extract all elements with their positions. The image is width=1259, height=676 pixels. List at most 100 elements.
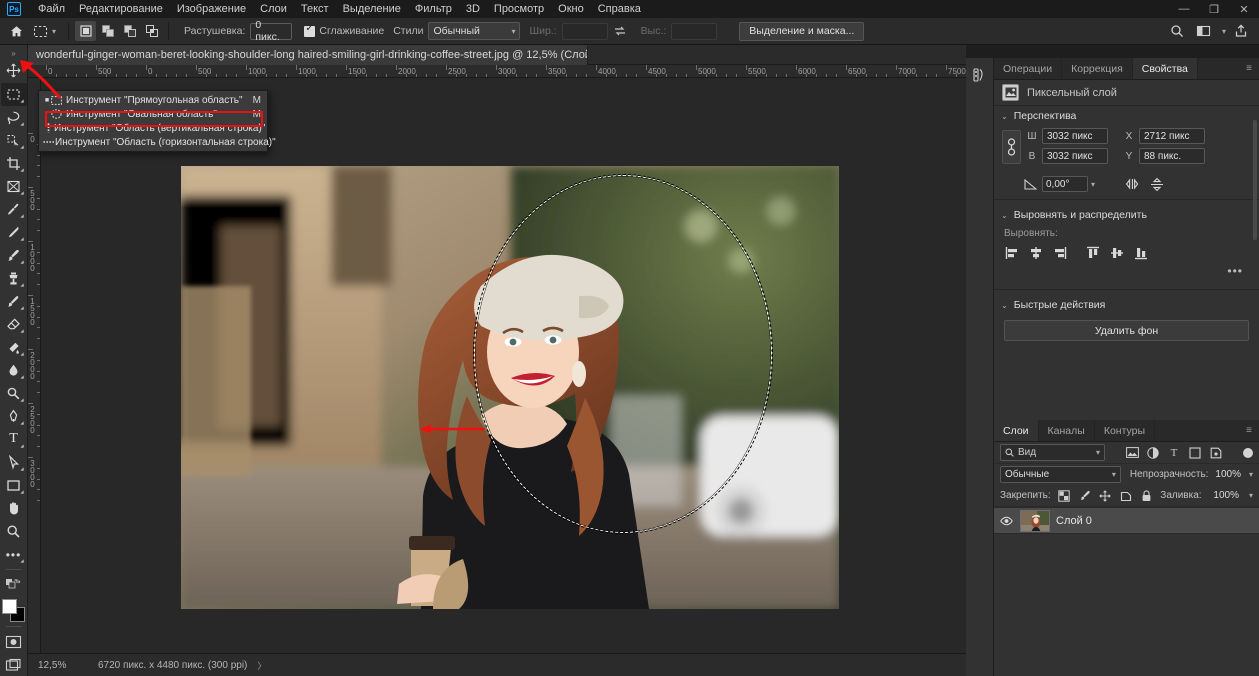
align-section-header[interactable]: ⌄ Выровнять и распределить <box>994 205 1259 225</box>
menu-edit[interactable]: Редактирование <box>72 1 170 17</box>
tab-operations[interactable]: Операции <box>994 58 1062 79</box>
link-width-height-icon[interactable] <box>1002 130 1021 164</box>
align-right-icon[interactable] <box>1052 245 1067 260</box>
flip-horizontal-icon[interactable] <box>1126 178 1141 190</box>
menu-image[interactable]: Изображение <box>170 1 253 17</box>
color-swatches[interactable] <box>1 598 27 623</box>
select-and-mask-button[interactable]: Выделение и маска... <box>739 22 864 41</box>
menu-layers[interactable]: Слои <box>253 1 294 17</box>
swap-width-height-icon[interactable] <box>608 20 632 42</box>
menu-file[interactable]: Файл <box>31 1 72 17</box>
pixel-filter-icon[interactable] <box>1124 445 1140 461</box>
flyout-item-rectangular-marquee[interactable]: ■ Инструмент "Прямоугольная область" M <box>39 93 267 107</box>
angle-input[interactable]: 0,00° <box>1042 176 1088 192</box>
properties-scrollbar[interactable] <box>1253 120 1257 240</box>
history-brush-tool[interactable] <box>1 290 27 313</box>
brush-tool[interactable] <box>1 244 27 267</box>
tool-preset-picker[interactable]: ▾ <box>32 20 56 42</box>
filter-toggle-icon[interactable] <box>1243 448 1253 458</box>
lock-artboard-icon[interactable] <box>1119 488 1133 504</box>
fill-value[interactable]: 100% <box>1209 488 1239 503</box>
document-tab[interactable]: wonderful-ginger-woman-beret-looking-sho… <box>28 45 588 65</box>
layer-filter-search[interactable]: Вид ▾ <box>1000 444 1105 461</box>
clone-stamp-tool[interactable] <box>1 267 27 290</box>
search-icon[interactable] <box>1165 20 1189 42</box>
quick-selection-tool[interactable] <box>1 129 27 152</box>
antialias-checkbox[interactable]: Сглаживание <box>304 25 384 37</box>
canvas-background[interactable] <box>41 78 966 653</box>
type-tool[interactable]: T <box>1 428 27 451</box>
close-button[interactable]: ✕ <box>1229 0 1259 18</box>
eyedropper-tool[interactable] <box>1 198 27 221</box>
transform-section-header[interactable]: ⌄ Перспектива <box>994 106 1259 126</box>
tab-properties[interactable]: Свойства <box>1133 58 1198 79</box>
layer-list-item[interactable]: Слой 0 <box>994 507 1259 534</box>
frame-tool[interactable] <box>1 175 27 198</box>
chevron-down-icon[interactable]: ▾ <box>1249 470 1253 479</box>
align-center-horizontal-icon[interactable] <box>1028 245 1043 260</box>
smart-object-filter-icon[interactable] <box>1208 445 1224 461</box>
panel-menu-icon[interactable]: ≡ <box>1239 420 1259 441</box>
opacity-value[interactable]: 100% <box>1213 467 1241 482</box>
path-selection-tool[interactable] <box>1 451 27 474</box>
lasso-tool[interactable] <box>1 106 27 129</box>
foreground-color-swatch[interactable] <box>2 599 17 614</box>
share-icon[interactable] <box>1229 20 1253 42</box>
align-more-button[interactable]: ••• <box>994 262 1259 284</box>
minimize-button[interactable]: — <box>1169 0 1199 18</box>
tab-paths[interactable]: Контуры <box>1095 420 1155 441</box>
blend-mode-select[interactable]: Обычные ▾ <box>1000 466 1121 483</box>
y-input[interactable]: 88 пикс. <box>1139 148 1205 164</box>
chevron-down-icon[interactable]: ▾ <box>1091 180 1095 189</box>
eraser-tool[interactable] <box>1 313 27 336</box>
libraries-icon[interactable] <box>969 64 991 86</box>
edit-toolbar-button[interactable]: ••• <box>1 543 27 566</box>
dodge-tool[interactable] <box>1 382 27 405</box>
blur-tool[interactable] <box>1 359 27 382</box>
new-selection-button[interactable] <box>75 21 96 41</box>
tab-adjustments[interactable]: Коррекция <box>1062 58 1133 79</box>
menu-view[interactable]: Просмотр <box>487 1 551 17</box>
feather-input[interactable]: 0 пикс. <box>250 23 292 40</box>
gradient-tool[interactable] <box>1 336 27 359</box>
workspace-icon[interactable] <box>1192 20 1216 42</box>
x-input[interactable]: 2712 пикс <box>1139 128 1205 144</box>
height-input[interactable]: 3032 пикс <box>1042 148 1108 164</box>
flyout-item-elliptical-marquee[interactable]: Инструмент "Овальная область" M <box>39 107 267 121</box>
lock-transparent-pixels-icon[interactable] <box>1058 488 1072 504</box>
align-middle-vertical-icon[interactable] <box>1109 245 1124 260</box>
crop-tool[interactable] <box>1 152 27 175</box>
menu-help[interactable]: Справка <box>591 1 648 17</box>
eye-icon[interactable] <box>1000 516 1014 526</box>
add-to-selection-button[interactable] <box>97 21 118 41</box>
panel-menu-icon[interactable]: ≡ <box>1239 58 1259 79</box>
lock-all-icon[interactable] <box>1140 488 1154 504</box>
healing-brush-tool[interactable] <box>1 221 27 244</box>
quick-mask-icon[interactable] <box>1 630 27 653</box>
home-icon[interactable] <box>4 20 28 42</box>
adjustment-filter-icon[interactable] <box>1145 445 1161 461</box>
menu-filter[interactable]: Фильтр <box>408 1 459 17</box>
align-left-icon[interactable] <box>1004 245 1019 260</box>
width-input[interactable]: 3032 пикс <box>1042 128 1108 144</box>
remove-background-button[interactable]: Удалить фон <box>1004 320 1249 341</box>
type-filter-icon[interactable]: T <box>1166 445 1182 461</box>
flyout-item-single-column-marquee[interactable]: Инструмент "Область (вертикальная строка… <box>39 121 267 135</box>
flyout-item-single-row-marquee[interactable]: Инструмент "Область (горизонтальная стро… <box>39 135 267 149</box>
shape-filter-icon[interactable] <box>1187 445 1203 461</box>
lock-image-pixels-icon[interactable] <box>1078 488 1092 504</box>
style-select[interactable]: Обычный ▾ <box>428 22 520 40</box>
zoom-level[interactable]: 12,5% <box>38 660 94 671</box>
lock-position-icon[interactable] <box>1099 488 1113 504</box>
quick-actions-section-header[interactable]: ⌄ Быстрые действия <box>994 295 1259 315</box>
canvas-area[interactable]: 0500050010001000150020002500300035004000… <box>28 65 966 653</box>
chevron-down-icon[interactable]: ▾ <box>1249 491 1253 500</box>
width-input[interactable] <box>562 23 608 40</box>
flip-vertical-icon[interactable] <box>1150 178 1164 191</box>
align-bottom-icon[interactable] <box>1133 245 1148 260</box>
subtract-from-selection-button[interactable] <box>119 21 140 41</box>
menu-text[interactable]: Текст <box>294 1 336 17</box>
align-top-icon[interactable] <box>1085 245 1100 260</box>
pen-tool[interactable] <box>1 405 27 428</box>
status-expand-icon[interactable]: 〉 <box>257 659 266 672</box>
